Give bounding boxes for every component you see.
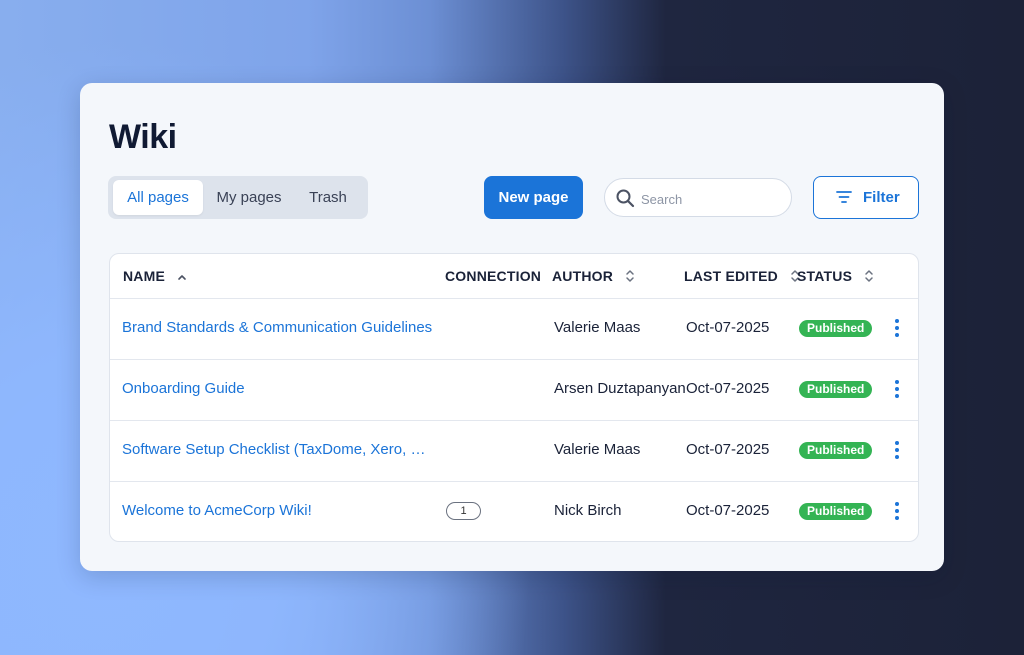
- column-label-connection: CONNECTION: [445, 268, 542, 284]
- connection-count-badge[interactable]: 1: [446, 502, 481, 520]
- column-header-last-edited[interactable]: LAST EDITED: [684, 268, 800, 284]
- author-cell: Valerie Maas: [554, 319, 641, 336]
- tab-my-pages[interactable]: My pages: [204, 180, 294, 215]
- last-edited-cell: Oct-07-2025: [686, 380, 770, 397]
- author-cell: Valerie Maas: [554, 441, 641, 458]
- status-badge: Published: [799, 503, 873, 520]
- author-cell: Nick Birch: [554, 502, 622, 519]
- more-vertical-icon[interactable]: [891, 379, 903, 399]
- column-header-author[interactable]: AUTHOR: [552, 268, 635, 284]
- search-box[interactable]: [604, 178, 792, 217]
- page-name-link[interactable]: Software Setup Checklist (TaxDome, Xero,…: [122, 441, 437, 458]
- table-row[interactable]: Onboarding Guide Arsen Duztapanyan Oct-0…: [110, 359, 918, 421]
- status-badge: Published: [799, 320, 873, 337]
- sort-ascending-icon: [178, 275, 186, 280]
- column-label-last-edited: LAST EDITED: [684, 268, 778, 284]
- status-badge: Published: [799, 442, 873, 459]
- page-name-link[interactable]: Onboarding Guide: [122, 380, 437, 397]
- column-header-name[interactable]: NAME: [123, 268, 187, 284]
- column-header-status[interactable]: STATUS: [797, 268, 874, 284]
- column-label-name: NAME: [123, 268, 166, 284]
- new-page-button[interactable]: New page: [484, 176, 583, 219]
- column-label-status: STATUS: [797, 268, 853, 284]
- last-edited-cell: Oct-07-2025: [686, 319, 770, 336]
- sort-icon: [626, 270, 634, 282]
- tab-all-pages[interactable]: All pages: [113, 180, 203, 215]
- table-row[interactable]: Brand Standards & Communication Guidelin…: [110, 298, 918, 360]
- last-edited-cell: Oct-07-2025: [686, 441, 770, 458]
- sort-icon: [865, 270, 873, 282]
- wiki-panel: Wiki All pages My pages Trash New page F…: [80, 83, 944, 571]
- search-input[interactable]: [639, 187, 783, 211]
- last-edited-cell: Oct-07-2025: [686, 502, 770, 519]
- search-icon: [616, 189, 635, 208]
- page-name-link[interactable]: Brand Standards & Communication Guidelin…: [122, 319, 437, 336]
- table-header: NAME CONNECTION AUTHOR LAST EDITED STATU…: [110, 254, 918, 299]
- tab-trash[interactable]: Trash: [295, 180, 361, 215]
- filter-button[interactable]: Filter: [813, 176, 919, 219]
- filter-label: Filter: [863, 189, 900, 206]
- table-row[interactable]: Software Setup Checklist (TaxDome, Xero,…: [110, 420, 918, 482]
- page-title: Wiki: [109, 118, 177, 156]
- column-header-connection: CONNECTION: [445, 268, 541, 284]
- author-cell: Arsen Duztapanyan: [554, 380, 686, 397]
- column-label-author: AUTHOR: [552, 268, 614, 284]
- filter-icon: [836, 191, 852, 203]
- more-vertical-icon[interactable]: [891, 318, 903, 338]
- more-vertical-icon[interactable]: [891, 501, 903, 521]
- page-name-link[interactable]: Welcome to AcmeCorp Wiki!: [122, 502, 437, 519]
- more-vertical-icon[interactable]: [891, 440, 903, 460]
- status-badge: Published: [799, 381, 873, 398]
- page-filter-tabs: All pages My pages Trash: [108, 176, 368, 219]
- pages-table: NAME CONNECTION AUTHOR LAST EDITED STATU…: [109, 253, 919, 542]
- table-row[interactable]: Welcome to AcmeCorp Wiki! 1 Nick Birch O…: [110, 481, 918, 541]
